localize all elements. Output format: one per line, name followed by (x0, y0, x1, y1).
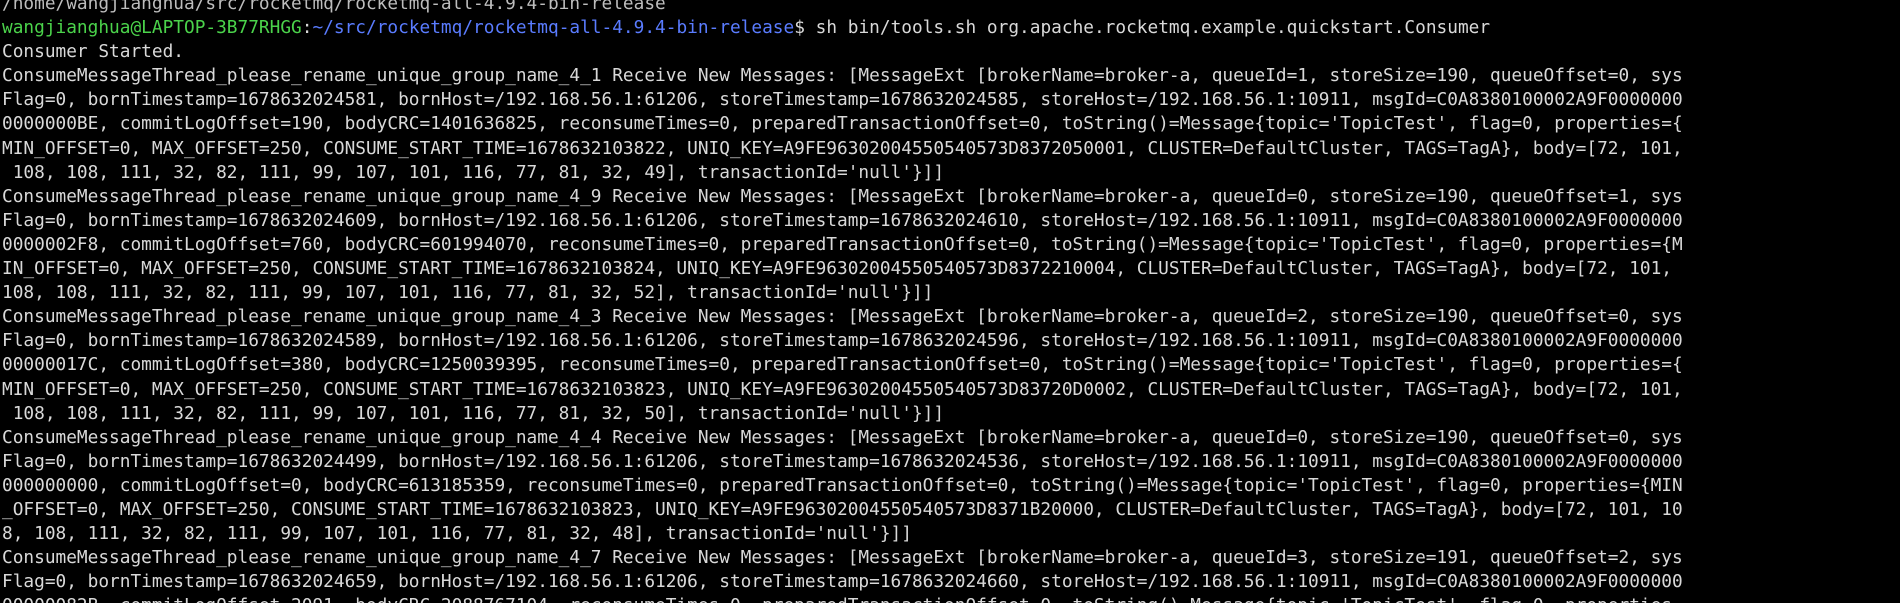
output-line: 0000002F8, commitLogOffset=760, bodyCRC=… (2, 233, 1683, 255)
output-line: ConsumeMessageThread_please_rename_uniqu… (2, 426, 1683, 448)
output-line: 108, 108, 111, 32, 82, 111, 99, 107, 101… (2, 161, 945, 183)
output-line: IN_OFFSET=0, MAX_OFFSET=250, CONSUME_STA… (2, 258, 1673, 280)
output-line: Flag=0, bornTimestamp=1678632024659, bor… (2, 571, 1683, 593)
output-line: ConsumeMessageThread_please_rename_uniqu… (2, 547, 1683, 569)
output-line: MIN_OFFSET=0, MAX_OFFSET=250, CONSUME_ST… (2, 378, 1683, 400)
output-line: Flag=0, bornTimestamp=1678632024581, bor… (2, 89, 1683, 111)
output-line: ConsumeMessageThread_please_rename_uniqu… (2, 185, 1683, 207)
output-line: MIN_OFFSET=0, MAX_OFFSET=250, CONSUME_ST… (2, 137, 1683, 159)
output-line: _OFFSET=0, MAX_OFFSET=250, CONSUME_START… (2, 498, 1683, 520)
output-line: 00000082B, commitLogOffset=2091, bodyCRC… (2, 594, 1894, 603)
output-line: Flag=0, bornTimestamp=1678632024589, bor… (2, 330, 1683, 352)
terminal-output: /home/wangjianghua/src/rocketmq/rocketmq… (2, 0, 1894, 603)
output-line: Consumer Started. (2, 41, 184, 63)
output-line: 000000000, commitLogOffset=0, bodyCRC=61… (2, 474, 1683, 496)
prompt-user-host: wangjianghua@LAPTOP-3B77RHGG (2, 17, 302, 39)
output-line: Flag=0, bornTimestamp=1678632024499, bor… (2, 450, 1683, 472)
prompt-symbol: $ (794, 17, 805, 39)
terminal-window[interactable]: /home/wangjianghua/src/rocketmq/rocketmq… (0, 0, 1900, 603)
output-line: ConsumeMessageThread_please_rename_uniqu… (2, 306, 1683, 328)
partial-top-line: /home/wangjianghua/src/rocketmq/rocketmq… (2, 0, 666, 14)
output-line: ConsumeMessageThread_please_rename_uniqu… (2, 65, 1683, 87)
prompt-command: sh bin/tools.sh org.apache.rocketmq.exam… (804, 17, 1491, 39)
prompt-separator: : (301, 17, 313, 39)
output-line: Flag=0, bornTimestamp=1678632024609, bor… (2, 209, 1683, 231)
output-line: 108, 108, 111, 32, 82, 111, 99, 107, 101… (2, 402, 945, 424)
output-line: 108, 108, 111, 32, 82, 111, 99, 107, 101… (2, 282, 934, 304)
prompt-line: wangjianghua@LAPTOP-3B77RHGG:~/src/rocke… (2, 16, 1894, 40)
output-line: 0000000BE, commitLogOffset=190, bodyCRC=… (2, 113, 1683, 135)
output-line: 00000017C, commitLogOffset=380, bodyCRC=… (2, 354, 1683, 376)
prompt-path: ~/src/rocketmq/rocketmq-all-4.9.4-bin-re… (312, 17, 795, 39)
output-line: 8, 108, 111, 32, 82, 111, 99, 107, 101, … (2, 523, 912, 545)
